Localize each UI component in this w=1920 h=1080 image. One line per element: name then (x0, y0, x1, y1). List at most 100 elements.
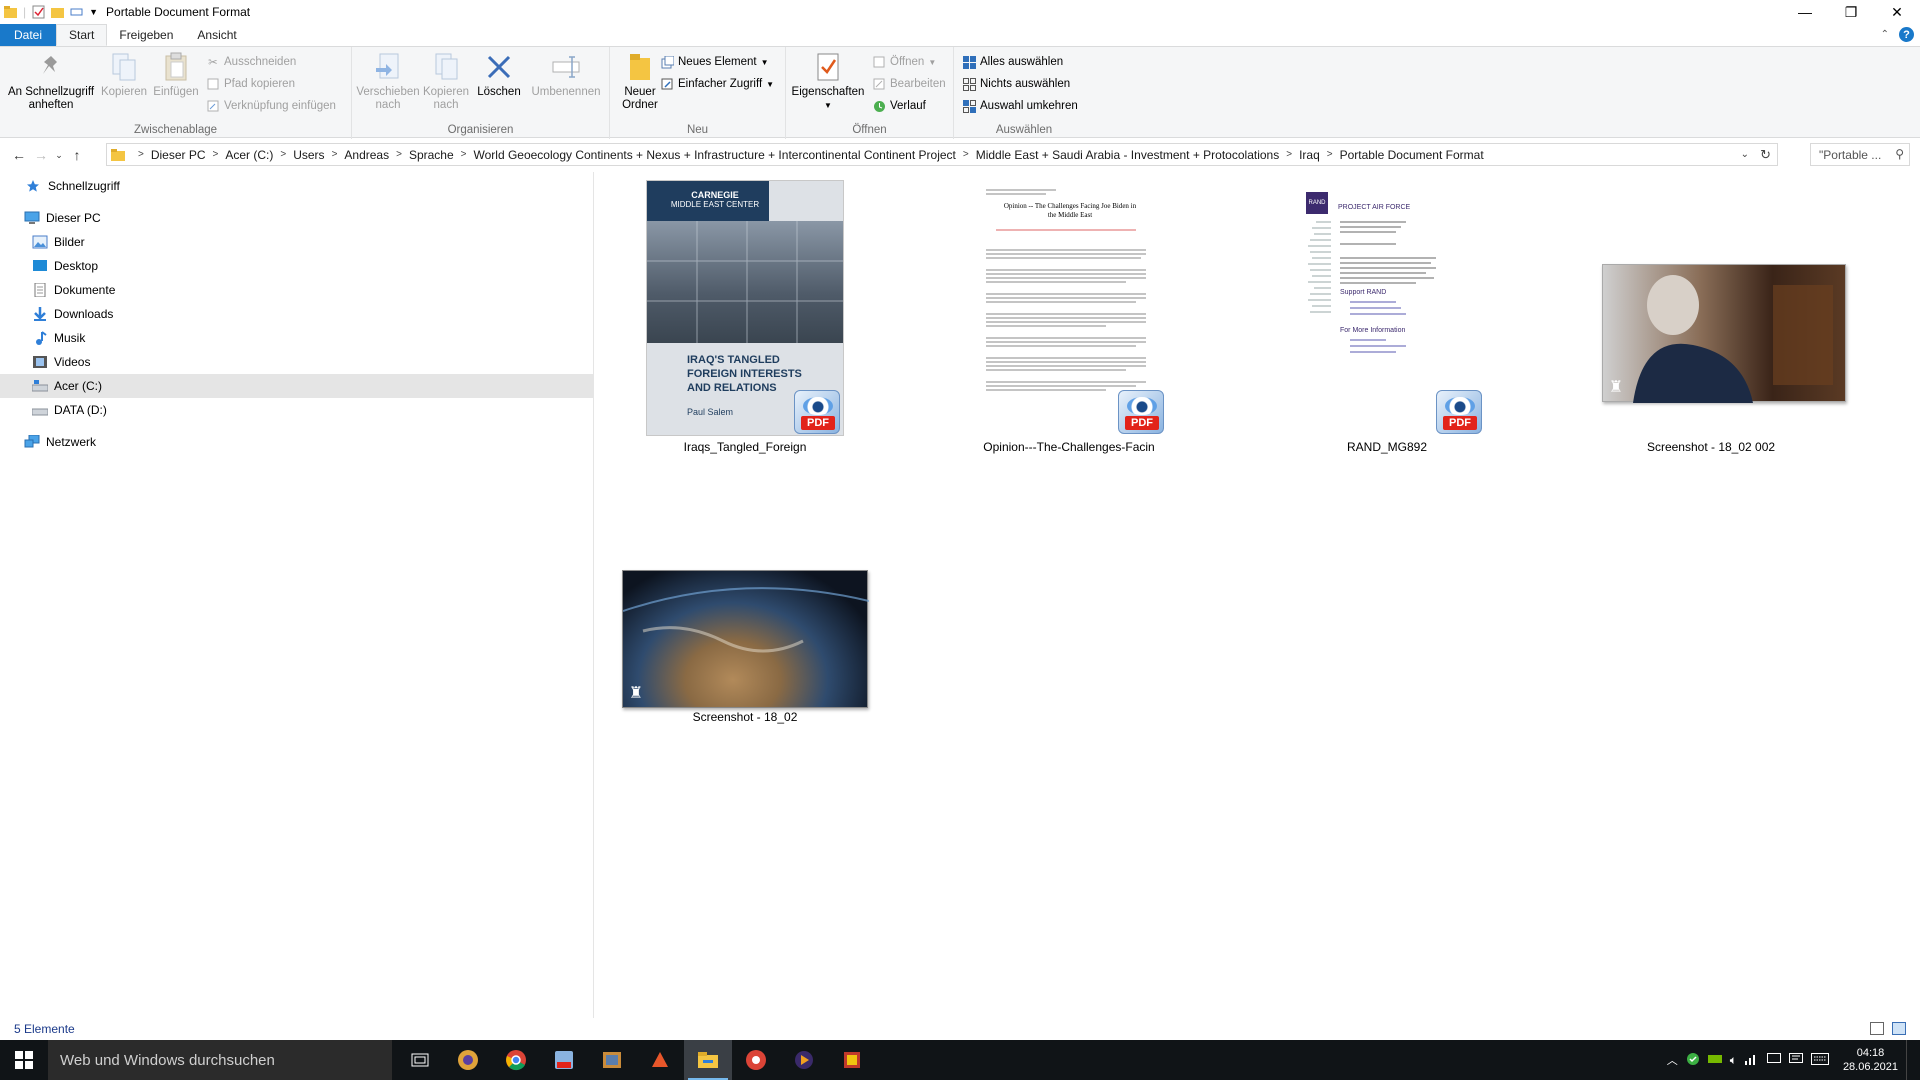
new-folder-button[interactable]: Neuer Ordner (614, 51, 666, 112)
tray-overflow-chevron-icon[interactable]: ︿ (1667, 1052, 1678, 1068)
notification-icon[interactable] (1788, 1052, 1803, 1068)
copy-to-button[interactable]: Kopieren nach (418, 51, 474, 112)
file-item[interactable]: Opinion -- The Challenges Facing Joe Bid… (946, 180, 1192, 460)
keyboard-icon[interactable] (1810, 1052, 1829, 1068)
taskbar-search-input[interactable]: Web und Windows durchsuchen (48, 1040, 392, 1080)
address-bar[interactable]: > Dieser PC > Acer (C:) > Users > Andreas > … (106, 143, 1778, 166)
edit-button[interactable]: Bearbeiten (872, 75, 946, 93)
properties-icon[interactable] (32, 5, 45, 19)
breadcrumb-chevron-icon[interactable]: > (1286, 149, 1292, 160)
breadcrumb-chevron-icon[interactable]: > (396, 149, 402, 160)
nav-item-desktop[interactable]: Desktop (0, 254, 594, 278)
nav-item-pictures[interactable]: Bilder (0, 230, 594, 254)
rename-button[interactable]: Umbenennen (528, 51, 604, 99)
paste-shortcut-button[interactable]: Verknüpfung einfügen (206, 97, 336, 115)
tab-share[interactable]: Freigeben (107, 24, 185, 46)
large-icons-view-icon[interactable] (1892, 1022, 1906, 1035)
customize-toolbar-chevron-icon[interactable]: ▼ (89, 7, 98, 17)
copy-path-button[interactable]: Pfad kopieren (206, 75, 295, 93)
breadcrumb-item[interactable]: Acer (C:) (225, 148, 273, 162)
move-to-button[interactable]: Verschieben nach (356, 51, 420, 112)
file-view: CARNEGIE MIDDLE EAST CENTER IRAQ'S TANGL… (596, 172, 1920, 1018)
cut-button[interactable]: ✂ Ausschneiden (206, 53, 296, 71)
rename-icon[interactable] (70, 5, 83, 19)
clock[interactable]: 04:18 28.06.2021 (1843, 1046, 1898, 1074)
show-desktop-button[interactable] (1906, 1040, 1912, 1080)
nav-item-videos[interactable]: Videos (0, 350, 594, 374)
forward-arrow-icon[interactable]: → (30, 147, 52, 163)
delete-button[interactable]: Löschen (476, 51, 522, 99)
address-dropdown-chevron-icon[interactable]: ⌄ (1741, 149, 1749, 160)
select-all-button[interactable]: Alles auswählen (962, 53, 1063, 71)
select-none-button[interactable]: Nichts auswählen (962, 75, 1070, 93)
breadcrumb-item[interactable]: Users (293, 148, 324, 162)
nav-item-this-pc[interactable]: Dieser PC (0, 206, 594, 230)
minimize-button[interactable]: — (1782, 0, 1828, 24)
chrome-icon[interactable] (492, 1040, 540, 1080)
new-item-button[interactable]: Neues Element ▼ (660, 53, 769, 71)
tab-start[interactable]: Start (56, 24, 108, 46)
volume-icon[interactable]: 🔈︎ (1730, 1053, 1737, 1068)
network-signal-icon[interactable] (1744, 1053, 1759, 1068)
breadcrumb-chevron-icon[interactable]: > (280, 149, 286, 160)
nav-item-acer-c[interactable]: Acer (C:) (0, 374, 594, 398)
breadcrumb-item[interactable]: Middle East + Saudi Arabia - Investment … (976, 148, 1280, 162)
pdf-viewer-icon[interactable] (540, 1040, 588, 1080)
collapse-ribbon-chevron-icon[interactable]: ⌃ (1881, 29, 1889, 40)
archive-app-icon[interactable] (828, 1040, 876, 1080)
breadcrumb-chevron-icon[interactable]: > (138, 149, 144, 160)
refresh-icon[interactable]: ↻ (1760, 147, 1771, 163)
display-tray-icon[interactable] (1766, 1052, 1781, 1068)
properties-button[interactable]: Eigenschaften ▼ (790, 51, 866, 112)
new-folder-icon[interactable] (51, 5, 65, 19)
breadcrumb-item[interactable]: Iraq (1299, 148, 1320, 162)
breadcrumb-chevron-icon[interactable]: > (1327, 149, 1333, 160)
easy-access-button[interactable]: Einfacher Zugriff ▼ (660, 75, 774, 93)
file-explorer-icon[interactable] (684, 1040, 732, 1080)
file-item[interactable]: RAND PROJECT AIR FORCE Support RAND For … (1264, 180, 1510, 460)
task-view-icon[interactable] (396, 1040, 444, 1080)
invert-selection-button[interactable]: Auswahl umkehren (962, 97, 1078, 115)
image-viewer-icon[interactable] (588, 1040, 636, 1080)
office-app-icon[interactable] (636, 1040, 684, 1080)
nav-item-downloads[interactable]: Downloads (0, 302, 594, 326)
breadcrumb-chevron-icon[interactable]: > (963, 149, 969, 160)
file-item[interactable]: ♜ Screenshot - 18_02 (622, 570, 869, 730)
breadcrumb-item[interactable]: World Geoecology Continents + Nexus + In… (474, 148, 956, 162)
recent-locations-chevron-icon[interactable]: ⌄ (52, 150, 66, 161)
tab-view[interactable]: Ansicht (185, 24, 248, 46)
photo-editor-app-icon[interactable] (444, 1040, 492, 1080)
nav-item-data-d[interactable]: DATA (D:) (0, 398, 594, 422)
graphics-tray-icon[interactable] (1707, 1053, 1722, 1068)
security-shield-icon[interactable] (1686, 1052, 1700, 1069)
close-button[interactable]: ✕ (1874, 0, 1920, 24)
breadcrumb-item[interactable]: Dieser PC (151, 148, 206, 162)
start-button[interactable] (0, 1040, 48, 1080)
help-icon[interactable]: ? (1899, 27, 1914, 42)
pin-quick-access-button[interactable]: An Schnellzugriff anheften (6, 51, 96, 112)
breadcrumb-item[interactable]: Andreas (344, 148, 389, 162)
nav-item-network[interactable]: Netzwerk (0, 430, 594, 454)
maximize-button[interactable]: ❐ (1828, 0, 1874, 24)
open-button[interactable]: Öffnen ▼ (872, 53, 936, 71)
details-view-icon[interactable] (1870, 1022, 1884, 1035)
paste-button[interactable]: Einfügen (150, 51, 202, 99)
copy-button[interactable]: Kopieren (98, 51, 150, 99)
breadcrumb-chevron-icon[interactable]: > (332, 149, 338, 160)
nav-item-music[interactable]: Musik (0, 326, 594, 350)
search-input[interactable]: "Portable ... ⚲ (1810, 143, 1910, 166)
breadcrumb-item[interactable]: Sprache (409, 148, 454, 162)
breadcrumb-item-current[interactable]: Portable Document Format (1340, 148, 1484, 162)
chrome-alt-icon[interactable] (732, 1040, 780, 1080)
breadcrumb-chevron-icon[interactable]: > (461, 149, 467, 160)
breadcrumb-chevron-icon[interactable]: > (213, 149, 219, 160)
tab-file[interactable]: Datei (0, 24, 57, 46)
media-app-icon[interactable] (780, 1040, 828, 1080)
file-item[interactable]: CARNEGIE MIDDLE EAST CENTER IRAQ'S TANGL… (622, 180, 868, 460)
up-arrow-icon[interactable]: ↑ (66, 147, 88, 163)
history-button[interactable]: Verlauf (872, 97, 926, 115)
file-item[interactable]: ♜ Screenshot - 18_02 002 (1588, 180, 1846, 460)
nav-item-quick-access[interactable]: Schnellzugriff (0, 174, 594, 198)
back-arrow-icon[interactable]: ← (8, 147, 30, 163)
nav-item-documents[interactable]: Dokumente (0, 278, 594, 302)
